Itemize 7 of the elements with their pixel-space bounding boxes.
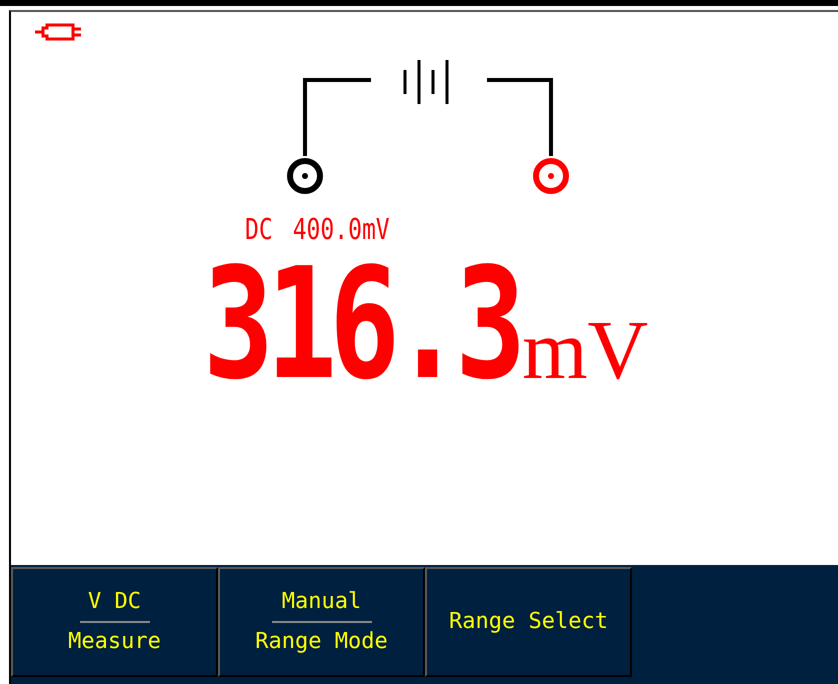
reading-unit: mV bbox=[522, 309, 648, 393]
battery-icon bbox=[404, 60, 448, 104]
coupling-label: DC bbox=[245, 216, 273, 245]
softkey[interactable]: V DC Measure bbox=[11, 567, 218, 677]
softkey[interactable]: Range Select bbox=[425, 567, 632, 677]
range-label: 400.0mV bbox=[292, 216, 390, 245]
softkey[interactable]: Manual Range Mode bbox=[218, 567, 425, 677]
